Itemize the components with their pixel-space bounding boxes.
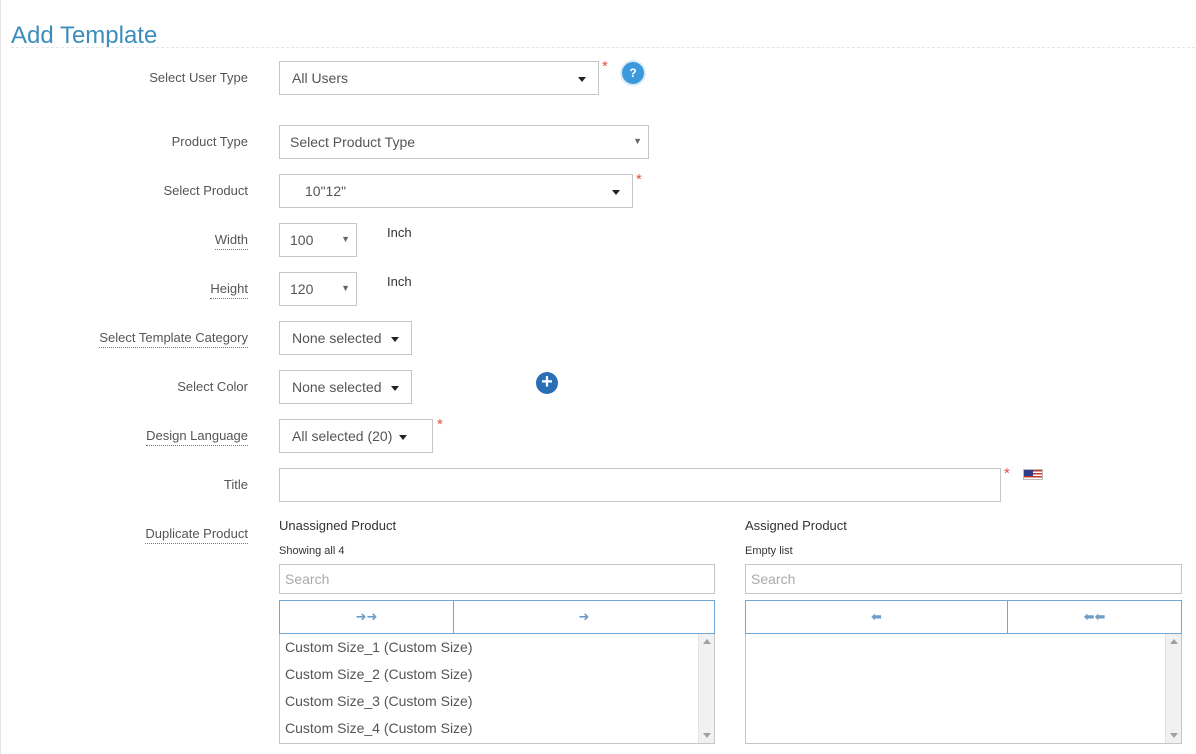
width-value: 100 — [290, 232, 314, 248]
height-value: 120 — [290, 281, 314, 297]
design-language-value: All selected (20) — [292, 428, 393, 444]
unassigned-scrollbar[interactable] — [698, 634, 714, 743]
us-flag-icon[interactable] — [1023, 469, 1043, 480]
remove-all-button[interactable]: ⬅⬅ — [1007, 600, 1182, 634]
caret-down-icon: ▼ — [341, 283, 350, 293]
template-category-label: Select Template Category — [99, 329, 248, 348]
list-item[interactable]: Custom Size_4 (Custom Size) — [280, 715, 714, 742]
required-marker: * — [602, 58, 608, 75]
unassigned-search-placeholder: Search — [285, 571, 330, 587]
required-marker: * — [636, 171, 642, 188]
width-select[interactable]: 100 ▼ — [279, 223, 357, 257]
product-type-value: Select Product Type — [290, 134, 416, 150]
required-marker: * — [437, 416, 443, 433]
design-language-multiselect[interactable]: All selected (20) — [279, 419, 433, 453]
arrow-left-icon: ⬅ — [871, 609, 882, 624]
move-selected-button[interactable]: ➜ — [453, 600, 715, 634]
caret-down-icon — [391, 386, 399, 391]
width-label: Width — [214, 231, 248, 250]
color-multiselect[interactable]: None selected — [279, 370, 412, 404]
remove-selected-button[interactable]: ⬅ — [745, 600, 1008, 634]
move-all-button[interactable]: ➜➜ — [279, 600, 454, 634]
width-unit: Inch — [387, 225, 412, 240]
duplicate-product-label: Duplicate Product — [145, 525, 248, 544]
page-title: Add Template — [11, 22, 158, 50]
caret-down-icon: ▼ — [633, 136, 642, 146]
help-icon[interactable]: ? — [622, 62, 644, 84]
double-arrow-left-icon: ⬅⬅ — [1083, 609, 1106, 624]
double-arrow-right-icon: ➜➜ — [355, 609, 378, 624]
caret-down-icon — [612, 190, 620, 195]
caret-down-icon — [391, 337, 399, 342]
scroll-down-icon[interactable] — [1170, 733, 1178, 738]
add-color-icon[interactable]: + — [536, 372, 558, 394]
color-value: None selected — [292, 379, 382, 395]
product-label: Select Product — [163, 183, 248, 198]
arrow-right-icon: ➜ — [578, 609, 590, 624]
height-unit: Inch — [387, 274, 412, 289]
user-type-value: All Users — [292, 70, 349, 86]
caret-down-icon: ▼ — [341, 234, 350, 244]
assigned-search-placeholder: Search — [751, 571, 796, 587]
product-select[interactable]: 10"12" — [279, 174, 633, 208]
unassigned-list[interactable]: Custom Size_1 (Custom Size) Custom Size_… — [279, 634, 715, 744]
unassigned-search-input[interactable]: Search — [279, 564, 715, 594]
list-item[interactable]: Custom Size_1 (Custom Size) — [280, 634, 714, 661]
caret-down-icon — [578, 77, 586, 82]
product-type-select[interactable]: Select Product Type ▼ — [279, 125, 649, 159]
caret-down-icon — [399, 435, 407, 440]
list-item[interactable]: Custom Size_2 (Custom Size) — [280, 661, 714, 688]
product-type-label: Product Type — [171, 134, 248, 149]
scroll-up-icon[interactable] — [1170, 639, 1178, 644]
unassigned-heading: Unassigned Product — [279, 518, 397, 533]
template-category-multiselect[interactable]: None selected — [279, 321, 412, 355]
color-label: Select Color — [177, 379, 248, 394]
title-input[interactable] — [279, 468, 1001, 502]
list-item[interactable]: Custom Size_3 (Custom Size) — [280, 688, 714, 715]
assigned-heading: Assigned Product — [745, 518, 847, 533]
product-value: 10"12" — [305, 183, 347, 199]
required-marker: * — [1004, 465, 1010, 482]
assigned-list[interactable] — [745, 634, 1182, 744]
height-label: Height — [210, 280, 248, 299]
template-category-value: None selected — [292, 330, 382, 346]
user-type-label: Select User Type — [149, 70, 248, 85]
assigned-info: Empty list — [745, 545, 793, 557]
scroll-down-icon[interactable] — [703, 733, 711, 738]
assigned-scrollbar[interactable] — [1165, 634, 1181, 743]
title-divider — [11, 47, 1195, 48]
design-language-label: Design Language — [146, 427, 248, 446]
height-select[interactable]: 120 ▼ — [279, 272, 357, 306]
unassigned-info: Showing all 4 — [279, 545, 345, 557]
title-label: Title — [223, 477, 248, 492]
assigned-search-input[interactable]: Search — [745, 564, 1182, 594]
scroll-up-icon[interactable] — [703, 639, 711, 644]
user-type-select[interactable]: All Users — [279, 61, 599, 95]
